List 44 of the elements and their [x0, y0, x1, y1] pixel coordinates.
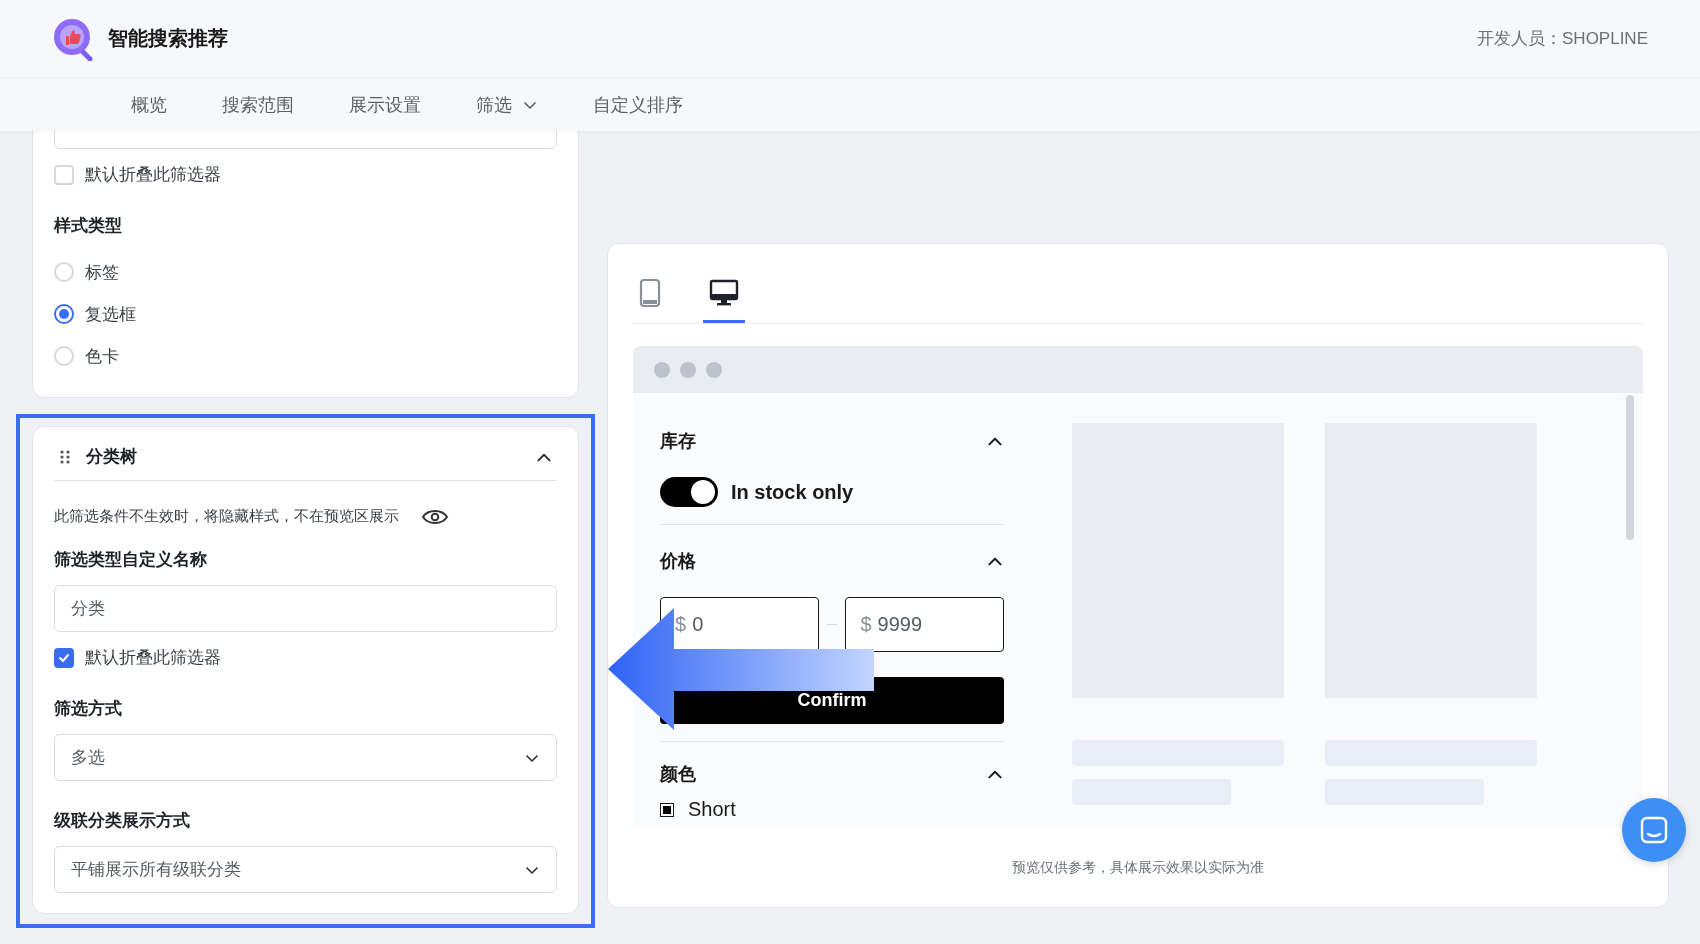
- nav-tab[interactable]: 概览: [131, 92, 167, 117]
- logo-icon: [52, 16, 96, 61]
- option-label: Short: [688, 798, 736, 821]
- radio-label: 复选框: [85, 303, 136, 326]
- field-label: 筛选方式: [54, 698, 123, 720]
- chat-button[interactable]: [1622, 798, 1686, 862]
- filter-title: 库存: [660, 430, 696, 453]
- window-dot: [680, 361, 696, 378]
- developer-label: 开发人员：SHOPLINE: [1477, 28, 1648, 50]
- checkbox[interactable]: [660, 802, 674, 817]
- filter-title: 价格: [660, 550, 696, 573]
- select-field[interactable]: 平铺展示所有级联分类: [54, 846, 557, 893]
- drag-handle-icon: [60, 449, 70, 464]
- field-label: 级联分类展示方式: [54, 810, 191, 832]
- input-field[interactable]: 分类: [54, 585, 557, 632]
- select-field[interactable]: 多选: [54, 734, 557, 781]
- radio-label: 标签: [85, 261, 119, 284]
- check-icon: [58, 651, 70, 664]
- max-price-field[interactable]: $ 9999: [845, 597, 1004, 652]
- window-dot: [654, 361, 670, 378]
- nav-tab[interactable]: 搜索范围: [222, 92, 294, 117]
- app-title: 智能搜索推荐: [108, 26, 228, 51]
- card-title: 分类树: [86, 446, 138, 468]
- nav-tab[interactable]: 展示设置: [349, 92, 421, 117]
- field-label: 样式类型: [54, 215, 123, 237]
- radio-button[interactable]: [54, 304, 74, 324]
- radio-label: 色卡: [85, 345, 119, 368]
- monitor-icon: [709, 278, 739, 308]
- toggle-label: In stock only: [731, 480, 854, 504]
- window-dot: [706, 361, 722, 378]
- toggle-switch[interactable]: [660, 477, 718, 507]
- preview-note: 预览仅供参考，具体展示效果以实际为准: [1011, 859, 1265, 877]
- filter-title: 颜色: [660, 763, 696, 786]
- chat-icon: [1639, 815, 1669, 845]
- nav-tab[interactable]: 自定义排序: [593, 92, 683, 117]
- field-label: 筛选类型自定义名称: [54, 549, 208, 571]
- phone-icon: [639, 278, 661, 308]
- device-tab[interactable]: [703, 278, 745, 323]
- nav-tab[interactable]: 筛选: [476, 92, 538, 117]
- checkbox-label: 默认折叠此筛选器: [85, 164, 221, 186]
- hint-text: 此筛选条件不生效时，将隐藏样式，不在预览区展示: [54, 507, 399, 526]
- eye-icon[interactable]: [421, 507, 449, 526]
- checkbox[interactable]: [54, 647, 74, 668]
- checkbox-label: 默认折叠此筛选器: [85, 647, 221, 669]
